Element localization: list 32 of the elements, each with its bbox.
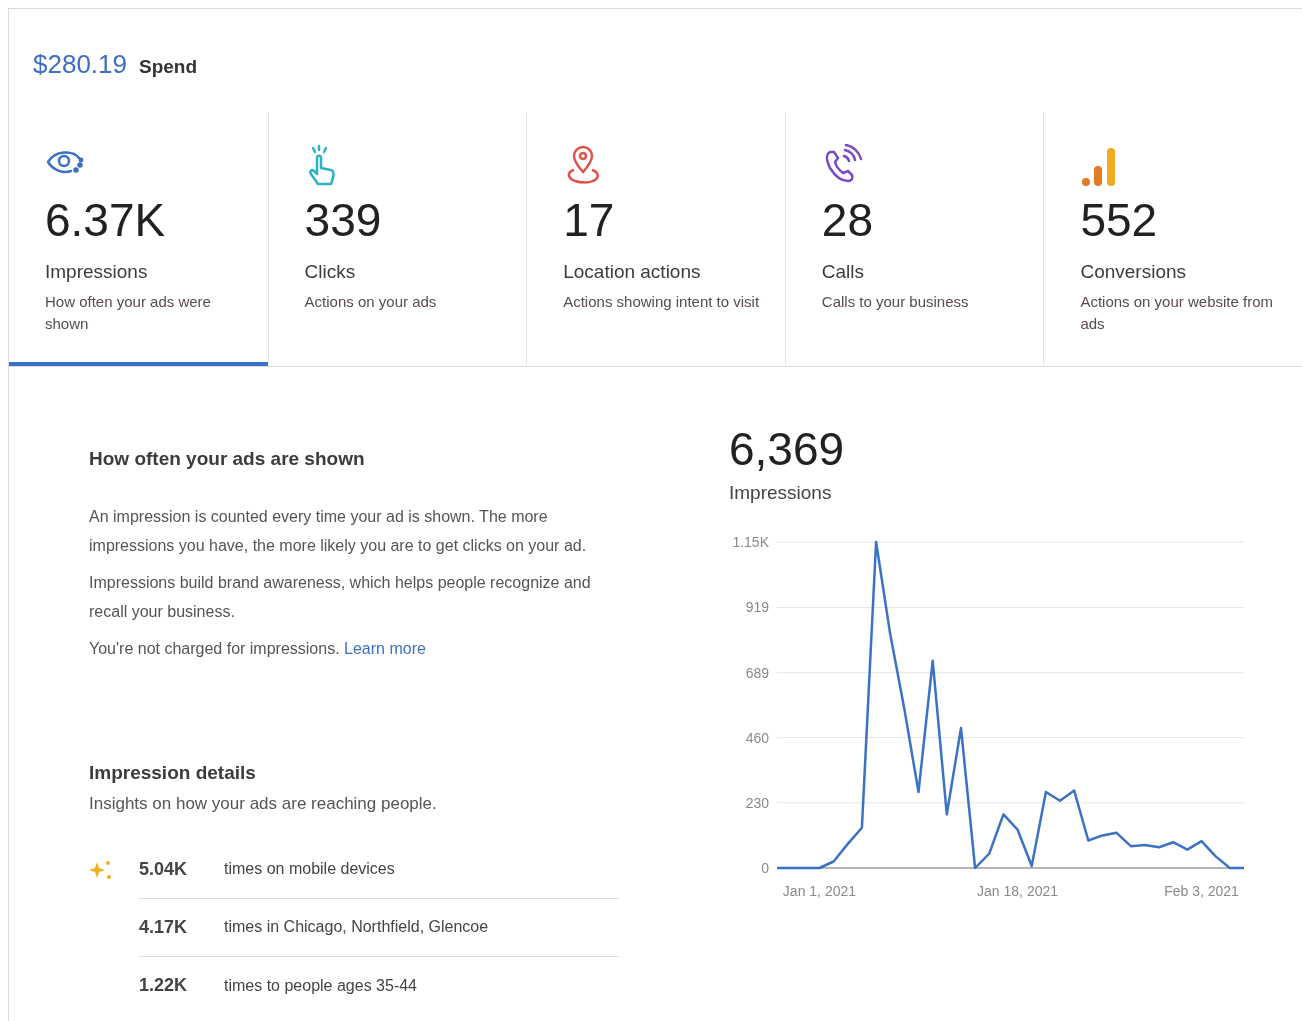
y-axis-label: 0 xyxy=(761,859,769,876)
y-axis-label: 230 xyxy=(745,794,769,811)
summary-label: Impressions xyxy=(729,481,833,505)
section-title: How often your ads are shown xyxy=(89,447,366,471)
detail-text: times in Chicago, Northfield, Glencoe xyxy=(224,917,489,937)
y-axis-label: 1.15K xyxy=(732,533,769,550)
x-axis-label: Jan 1, 2021 xyxy=(782,882,857,899)
spend-label: Spend xyxy=(139,55,198,79)
spend-amount: $280.19 xyxy=(33,48,127,81)
y-axis-label: 919 xyxy=(745,599,769,615)
metric-tab[interactable]: 339 Clicks Actions on your ads xyxy=(267,112,527,366)
learn-more-link[interactable]: Learn more xyxy=(344,639,426,657)
metric-tab[interactable]: 28 Calls Calls to your business xyxy=(784,112,1044,366)
details-subtitle: Insights on how your ads are reaching people. xyxy=(89,793,438,815)
x-axis-label: Feb 3, 2021 xyxy=(1164,882,1239,899)
metric-tab[interactable]: 6.37K Impressions How often your ads were shown xyxy=(9,112,268,366)
y-axis-label: 460 xyxy=(745,729,769,746)
metric-tab[interactable]: 552 Conversions Actions on your website from ads xyxy=(1043,112,1302,366)
detail-value: 5.04K xyxy=(139,857,189,881)
x-axis-label: Jan 18, 2021 xyxy=(977,882,1059,899)
detail-text: times on mobile devices xyxy=(224,859,395,879)
summary-value: 6,369 xyxy=(729,423,846,475)
detail-value: 4.17K xyxy=(139,915,189,939)
details-title: Impression details xyxy=(89,760,257,785)
detail-text: times to people ages 35-44 xyxy=(224,975,417,996)
metric-tab[interactable]: 17 Location actions Actions showing intent to visit xyxy=(526,112,785,366)
sparkle-icon xyxy=(89,858,113,881)
y-axis-label: 689 xyxy=(745,664,769,681)
explanation-paragraph: An impression is counted every time your ad is shown. The more impressions you have, the more likely you are to get clicks on your ad. xyxy=(89,506,588,556)
detail-value: 1.22K xyxy=(139,974,189,997)
explanation-paragraph: Impressions build brand awareness, which helps people recognize and recall your business. xyxy=(89,572,592,622)
explanation-paragraph: You're not charged for impressions. Learn more xyxy=(89,638,427,659)
